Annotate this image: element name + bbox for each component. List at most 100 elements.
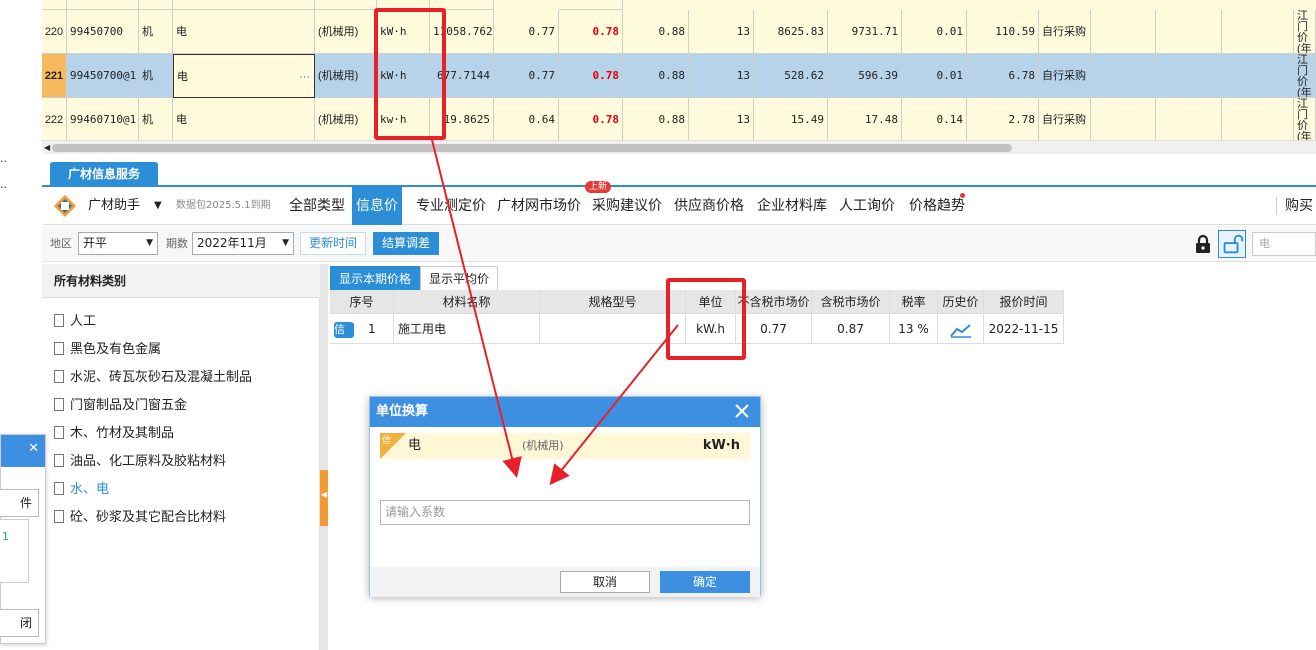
tab-average-price[interactable]: 显示平均价 — [420, 266, 499, 290]
category-item[interactable]: 砼、砂浆及其它配合比材料 — [54, 504, 226, 532]
cell-p3[interactable]: 0.88 — [623, 54, 689, 98]
history-chart-icon[interactable] — [938, 314, 984, 344]
cell-type[interactable]: 机 — [139, 98, 173, 140]
unlock-button[interactable] — [1218, 230, 1246, 258]
cell-src[interactable]: 自行采购 — [1039, 98, 1091, 140]
cell-rate[interactable]: 13 — [689, 54, 754, 98]
tab-price-trend[interactable]: 价格趋势 — [905, 187, 969, 225]
cell-spec[interactable]: (机械用) — [315, 54, 377, 98]
cell-a1[interactable]: 15.49 — [754, 98, 828, 140]
cell-a4[interactable]: 2.78 — [967, 98, 1039, 140]
cell-name[interactable]: 电 — [173, 98, 315, 140]
cell-a2[interactable]: 596.39 — [828, 54, 902, 98]
table-row[interactable]: 220 99450700 机电 (机械用) kW·h 11058.7624 0.77 0.78… — [42, 10, 1316, 54]
settle-adjust-button[interactable]: 结算调差 — [373, 232, 440, 255]
cell-empty[interactable] — [1091, 98, 1156, 140]
cell-rate[interactable]: 13 — [689, 98, 754, 140]
cancel-button[interactable]: 取消 — [560, 571, 650, 593]
cell-spec[interactable]: (机械用) — [315, 98, 377, 140]
cell-p2[interactable]: 0.78 — [559, 98, 623, 140]
cell-empty[interactable] — [1222, 98, 1294, 140]
brand-tab[interactable]: 广材信息服务 — [50, 162, 158, 186]
tab-measured-price[interactable]: 专业测定价 — [412, 187, 490, 225]
period-select[interactable]: 2022年11月 ▼ — [192, 232, 294, 255]
cell-empty[interactable] — [1091, 54, 1156, 98]
table-row[interactable]: 222 99460710@1 机电 (机械用) kw·h 19.8625 0.64 0.78 0… — [42, 98, 1316, 140]
cell-time[interactable]: 2022-11-15 — [984, 314, 1064, 344]
cell-spec[interactable] — [540, 314, 686, 344]
scroll-left-arrow-icon[interactable]: ◀ — [44, 141, 50, 154]
side-list-link[interactable]: 1 — [2, 530, 9, 543]
category-item[interactable]: 木、竹材及其制品 — [54, 420, 174, 448]
cell-num[interactable]: 221 — [42, 54, 67, 98]
cell-p3[interactable]: 0.88 — [623, 98, 689, 140]
cell-p1[interactable]: 0.77 — [494, 54, 559, 98]
cell-p3[interactable]: 0.88 — [623, 10, 689, 54]
update-time-button[interactable]: 更新时间 — [300, 232, 367, 255]
coefficient-input[interactable]: 请输入系数 — [380, 500, 750, 525]
column-header[interactable]: 不含税市场价 — [736, 290, 812, 314]
cell-spec[interactable]: (机械用) — [315, 10, 377, 54]
cell-rate[interactable]: 13 — [689, 10, 754, 54]
app-name[interactable]: 广材助手 — [88, 187, 140, 225]
cell-empty[interactable] — [1156, 98, 1222, 140]
side-button-1[interactable]: 件 — [0, 489, 39, 517]
row-number-cell[interactable]: 信1 — [330, 314, 394, 344]
category-item[interactable]: 黑色及有色金属 — [54, 336, 161, 364]
horizontal-scrollbar[interactable]: ◀ — [42, 140, 1316, 154]
cell-code[interactable]: 99450700@1 — [67, 54, 139, 98]
cell-p1[interactable]: 0.64 — [494, 98, 559, 140]
cell-p2[interactable]: 0.78 — [559, 54, 623, 98]
collapse-handle[interactable]: ◀ — [320, 470, 328, 526]
cell-empty[interactable] — [1156, 54, 1222, 98]
cell-num[interactable]: 220 — [42, 10, 67, 54]
side-close-button[interactable]: 闭 — [0, 609, 39, 637]
column-header[interactable]: 税率 — [890, 290, 938, 314]
cell-empty[interactable] — [1222, 10, 1294, 54]
category-item[interactable]: 人工 — [54, 308, 96, 336]
cell-price_in[interactable]: 0.87 — [812, 314, 890, 344]
cell-a4[interactable]: 110.59 — [967, 10, 1039, 54]
column-header[interactable]: 规格型号 — [540, 290, 686, 314]
tab-labor-inquiry[interactable]: 人工询价 — [835, 187, 899, 225]
cell-a2[interactable]: 9731.71 — [828, 10, 902, 54]
cell-empty[interactable] — [1222, 54, 1294, 98]
tab-all-types[interactable]: 全部类型 — [285, 187, 349, 225]
cell-empty[interactable] — [1156, 10, 1222, 54]
cell-tax[interactable]: 13 % — [890, 314, 938, 344]
panel-splitter[interactable] — [320, 264, 328, 650]
column-header[interactable]: 材料名称 — [394, 290, 540, 314]
cell-a4[interactable]: 6.78 — [967, 54, 1039, 98]
search-input[interactable]: 电 — [1252, 232, 1316, 256]
scrollbar-thumb[interactable] — [52, 144, 1012, 152]
more-options-icon[interactable]: ··· — [299, 55, 310, 97]
region-select[interactable]: 开平 ▼ — [78, 232, 158, 255]
cell-a2[interactable]: 17.48 — [828, 98, 902, 140]
cell-a1[interactable]: 528.62 — [754, 54, 828, 98]
column-header[interactable]: 含税市场价 — [812, 290, 890, 314]
cell-num[interactable]: 222 — [42, 98, 67, 140]
cell-note[interactable]: 江门价(年1 — [1294, 54, 1316, 98]
cell-code[interactable]: 99460710@1 — [67, 98, 139, 140]
cell-src[interactable]: 自行采购 — [1039, 54, 1091, 98]
cell-p1[interactable]: 0.77 — [494, 10, 559, 54]
table-row[interactable]: 221 99450700@1 机电 ··· (机械用) kW·h 677.7144 0.77 0… — [42, 54, 1316, 98]
cell-code[interactable]: 99450700 — [67, 10, 139, 54]
tab-enterprise-library[interactable]: 企业材料库 — [753, 187, 831, 225]
cell-a1[interactable]: 8625.83 — [754, 10, 828, 54]
cell-empty[interactable] — [1091, 10, 1156, 54]
category-item[interactable]: 水泥、砖瓦灰砂石及混凝土制品 — [54, 364, 252, 392]
column-header[interactable]: 历史价 — [938, 290, 984, 314]
cell-note[interactable]: 江门价(年1 — [1294, 98, 1316, 140]
column-header[interactable]: 报价时间 — [984, 290, 1064, 314]
tab-market-price[interactable]: 广材网市场价 — [493, 187, 585, 225]
close-icon[interactable]: ✕ — [28, 441, 39, 456]
confirm-button[interactable]: 确定 — [660, 571, 750, 593]
caret-down-icon[interactable]: ▼ — [154, 187, 162, 225]
cell-a3[interactable]: 0.01 — [902, 54, 967, 98]
cell-a3[interactable]: 0.01 — [902, 10, 967, 54]
tab-info-price[interactable]: 信息价 — [352, 187, 402, 225]
category-item[interactable]: 水、电 — [54, 476, 109, 504]
cell-src[interactable]: 自行采购 — [1039, 10, 1091, 54]
cell-a3[interactable]: 0.14 — [902, 98, 967, 140]
